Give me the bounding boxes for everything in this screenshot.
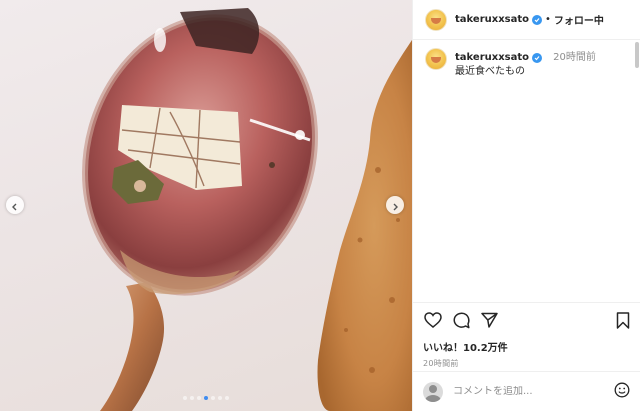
carousel-dot: [218, 396, 222, 400]
carousel-dot: [204, 396, 208, 400]
next-slide-button[interactable]: [386, 196, 404, 214]
caption-username-row: takeruxxsato: [455, 51, 542, 65]
action-icons: [423, 311, 633, 333]
comment-input[interactable]: [453, 386, 613, 397]
user-avatar: [423, 381, 443, 402]
carousel-indicator: [0, 396, 412, 400]
chevron-right-icon: [391, 196, 399, 215]
carousel-dot: [190, 396, 194, 400]
caption-text: 最近食べたもの: [455, 66, 525, 77]
photo-spoon: [82, 8, 412, 411]
comments-area[interactable]: takeruxxsato 20時間前 最近食べたもの: [413, 40, 640, 302]
like-button[interactable]: [423, 312, 443, 332]
carousel-dot: [225, 396, 229, 400]
following-button[interactable]: フォロー中: [554, 12, 604, 27]
verified-icon: [532, 14, 542, 25]
save-button[interactable]: [613, 311, 633, 333]
smiley-icon: [614, 382, 630, 402]
separator: •: [545, 14, 551, 25]
chevron-left-icon: [11, 196, 19, 215]
post-side-panel: takeruxxsato • フォロー中 takeruxxsato 20時間前: [412, 0, 640, 411]
bookmark-icon: [616, 311, 630, 333]
add-comment-bar: [413, 371, 640, 411]
instagram-post-modal: takeruxxsato • フォロー中 takeruxxsato 20時間前: [0, 0, 640, 411]
caption: takeruxxsato 20時間前 最近食べたもの: [425, 48, 640, 79]
likes-count[interactable]: いいね！10.2万件: [423, 339, 633, 354]
post-timestamp: 20時間前: [423, 359, 459, 368]
emoji-button[interactable]: [613, 382, 631, 402]
scrollbar[interactable]: [635, 42, 639, 68]
carousel-dot: [211, 396, 215, 400]
caption-username[interactable]: takeruxxsato: [455, 51, 529, 65]
carousel-dot: [197, 396, 201, 400]
post-media: [0, 0, 412, 411]
verified-icon: [532, 53, 542, 63]
previous-slide-button[interactable]: [6, 196, 24, 214]
caption-time: 20時間前: [553, 52, 596, 63]
post-header: takeruxxsato • フォロー中: [413, 0, 640, 40]
caption-body: takeruxxsato 20時間前 最近食べたもの: [455, 48, 596, 79]
share-button[interactable]: [479, 312, 499, 332]
post-actions: いいね！10.2万件 20時間前: [413, 302, 640, 369]
comment-icon: [453, 312, 470, 333]
header-username[interactable]: takeruxxsato: [455, 14, 529, 25]
share-icon: [480, 312, 498, 332]
avatar[interactable]: [425, 8, 447, 31]
comment-button[interactable]: [451, 312, 471, 332]
heart-icon: [424, 312, 442, 332]
caption-avatar[interactable]: [425, 48, 447, 70]
carousel-dot: [183, 396, 187, 400]
